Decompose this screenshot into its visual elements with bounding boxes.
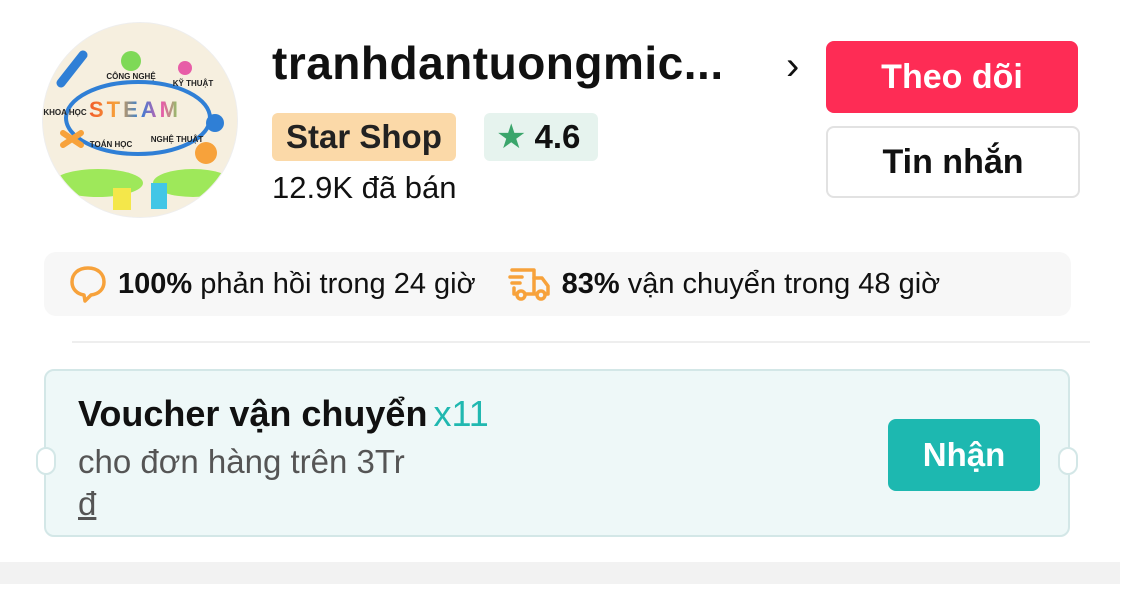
claim-voucher-button[interactable]: Nhận bbox=[888, 419, 1040, 491]
response-rate-text: phản hồi trong 24 giờ bbox=[200, 267, 476, 300]
chevron-right-icon[interactable]: › bbox=[786, 44, 799, 89]
shipping-voucher-card: Voucher vận chuyển x11 cho đơn hàng trên … bbox=[36, 369, 1078, 537]
shipping-rate-value: 83% bbox=[561, 267, 620, 300]
star-shop-badge: Star Shop bbox=[272, 113, 456, 161]
shipping-rate-stat: 83% vận chuyển trong 48 giờ bbox=[507, 264, 941, 304]
follow-button[interactable]: Theo dõi bbox=[826, 41, 1078, 113]
ticket-notch-right bbox=[1058, 447, 1078, 475]
voucher-count: x11 bbox=[433, 393, 489, 434]
delivery-truck-icon bbox=[507, 268, 550, 301]
section-separator bbox=[0, 562, 1120, 584]
avatar-label-steam: STEAM bbox=[89, 97, 181, 122]
shop-name[interactable]: tranhdantuongmic... bbox=[272, 36, 724, 90]
star-icon: ★ bbox=[496, 118, 527, 156]
rating-value: 4.6 bbox=[534, 118, 581, 155]
ticket-notch-left bbox=[36, 447, 56, 475]
shop-rating: ★ 4.6 bbox=[484, 113, 599, 161]
shipping-rate-text: vận chuyển trong 48 giờ bbox=[627, 267, 941, 300]
avatar-label-toan-hoc: TOÁN HỌC bbox=[90, 140, 133, 149]
avatar-label-khoa-hoc: KHOA HỌC bbox=[43, 108, 86, 117]
avatar-label-cong-nghe: CÔNG NGHỆ bbox=[106, 72, 156, 81]
avatar-label-nghe-thuat: NGHỆ THUẬT bbox=[151, 135, 204, 144]
chat-bubble-icon bbox=[70, 266, 106, 303]
sold-count: 12.9K đã bán bbox=[272, 170, 457, 205]
voucher-condition: cho đơn hàng trên 3Tr đ bbox=[78, 443, 405, 522]
shop-stats: 100% phản hồi trong 24 giờ 83% vận chuyể… bbox=[44, 252, 1071, 316]
response-rate-stat: 100% phản hồi trong 24 giờ bbox=[68, 264, 476, 304]
divider bbox=[72, 341, 1090, 343]
avatar-image: STEAM CÔNG NGHỆ KỸ THUẬT KHOA HỌC TOÁN H… bbox=[43, 23, 237, 217]
shop-avatar[interactable]: STEAM CÔNG NGHỆ KỸ THUẬT KHOA HỌC TOÁN H… bbox=[42, 22, 238, 218]
currency-symbol: đ bbox=[78, 485, 97, 522]
message-button[interactable]: Tin nhắn bbox=[826, 126, 1080, 198]
response-rate-value: 100% bbox=[118, 267, 193, 300]
voucher-title: Voucher vận chuyển x11 bbox=[78, 393, 489, 434]
avatar-label-ky-thuat: KỸ THUẬT bbox=[173, 79, 214, 88]
